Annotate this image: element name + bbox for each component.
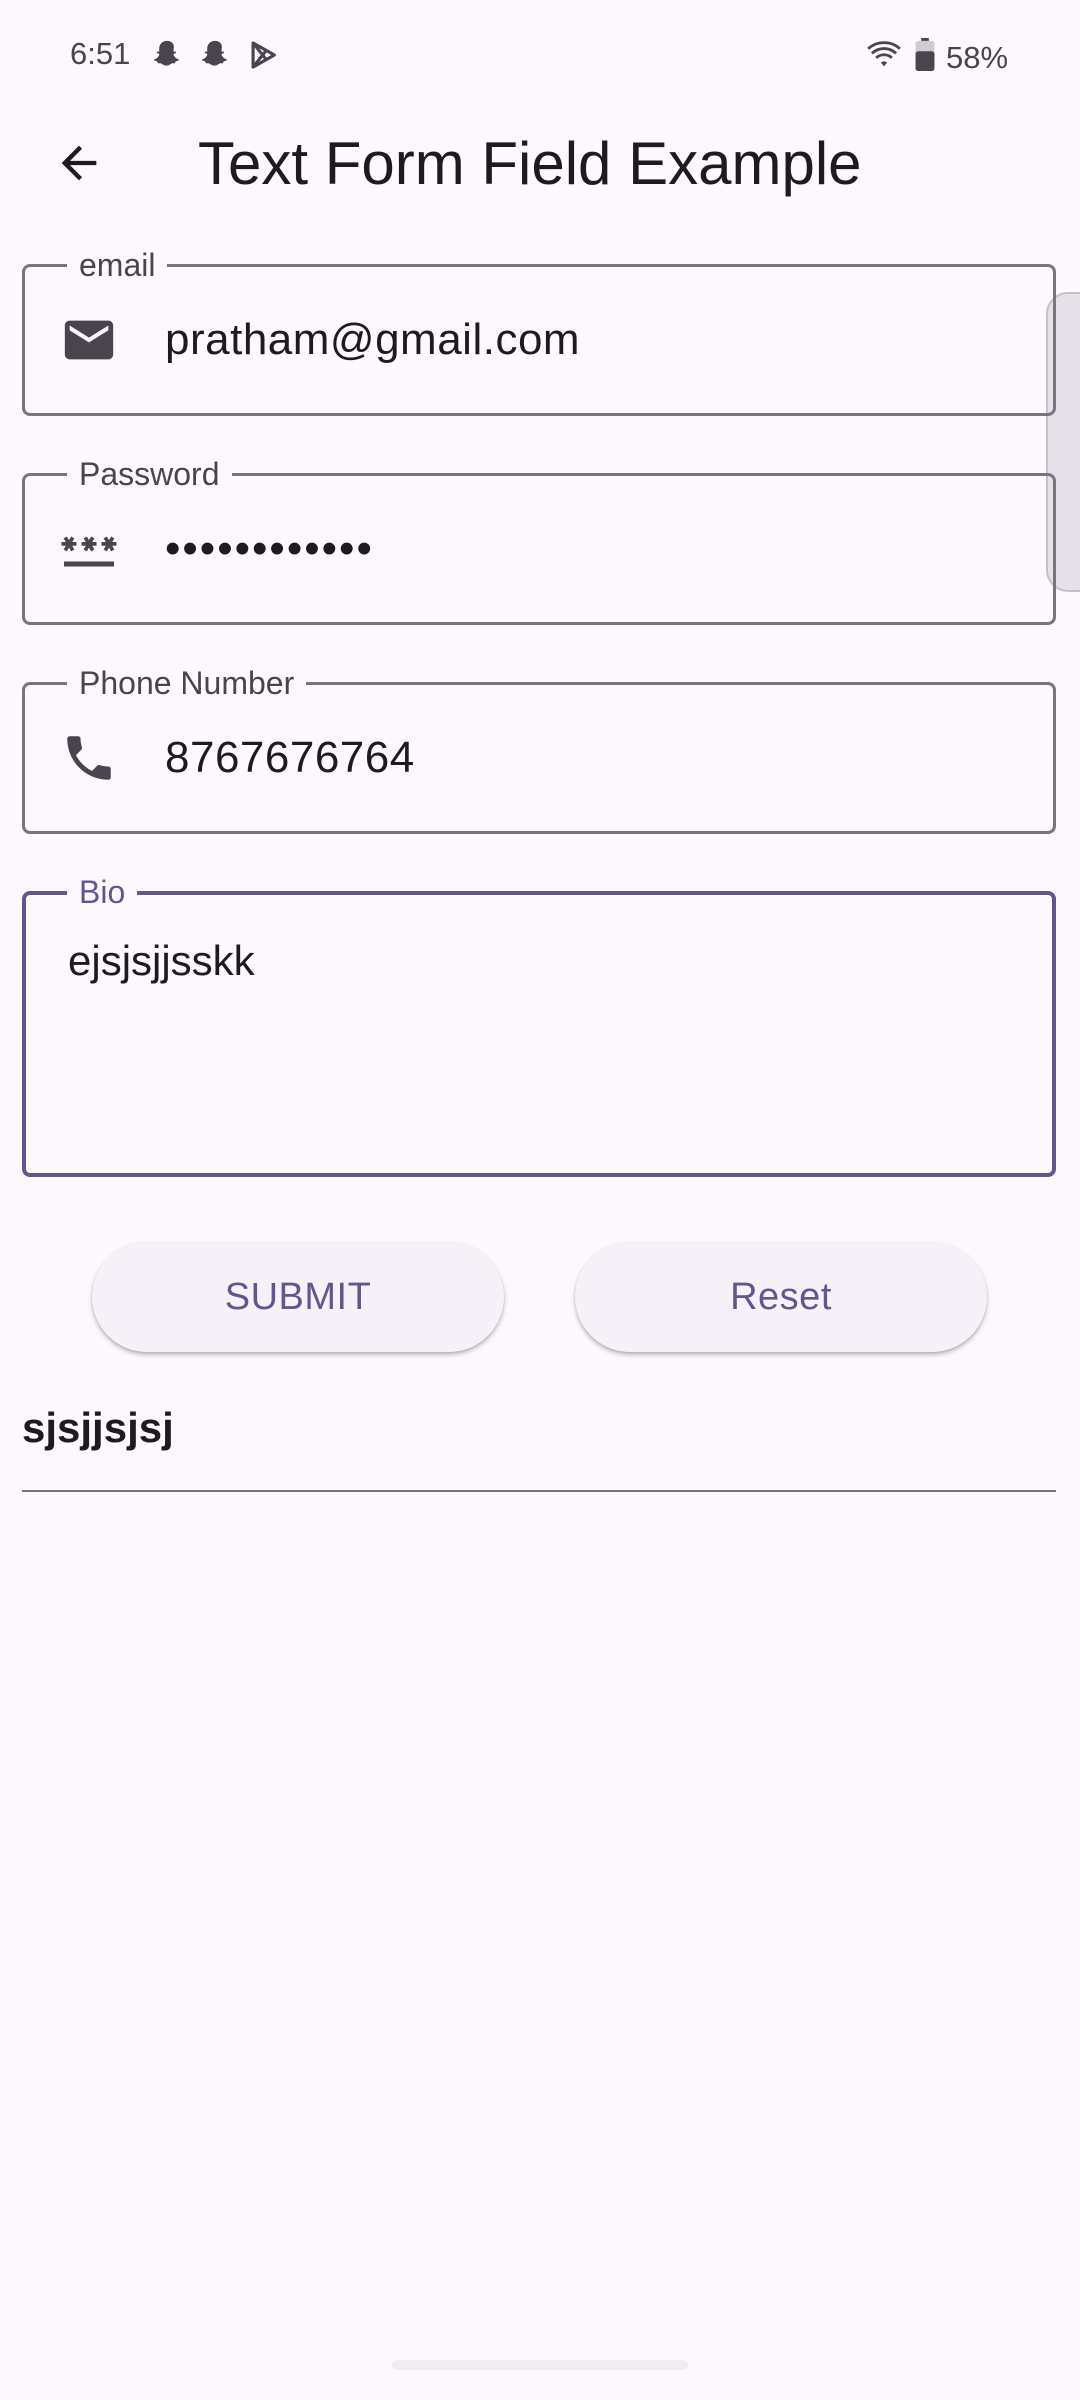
battery-icon [914, 38, 936, 72]
mail-icon [59, 267, 119, 413]
page-title: Text Form Field Example [198, 130, 862, 197]
phone-field[interactable]: Phone Number 8767676764 [22, 663, 1056, 834]
password-field-value: •••••••••••• [165, 524, 374, 573]
phone-field-value: 8767676764 [165, 733, 415, 782]
email-field[interactable]: email pratham@gmail.com [22, 245, 1056, 416]
play-store-icon [246, 38, 280, 72]
email-field-value: pratham@gmail.com [165, 315, 581, 364]
home-indicator[interactable] [392, 2360, 688, 2370]
bio-field-label: Bio [67, 872, 138, 912]
password-field[interactable]: Password •••••••••••• [22, 454, 1056, 625]
submit-button[interactable]: SUBMIT [92, 1242, 504, 1352]
bio-field-value: ejsjsjjsskk [68, 937, 255, 984]
password-icon [59, 476, 119, 622]
phone-icon [59, 685, 119, 831]
wifi-icon [866, 38, 901, 72]
battery-percent: 58% [946, 40, 1009, 75]
status-time: 6:51 [70, 36, 131, 71]
snapchat-icon [198, 38, 232, 72]
back-button[interactable] [38, 124, 120, 206]
snapchat-icon [150, 38, 184, 72]
divider [22, 1490, 1056, 1492]
reset-button[interactable]: Reset [575, 1242, 987, 1352]
arrow-back-icon [53, 137, 105, 194]
bio-field[interactable]: Bio ejsjsjjsskk [22, 872, 1056, 1177]
result-text: sjsjjsjsj [22, 1404, 174, 1451]
